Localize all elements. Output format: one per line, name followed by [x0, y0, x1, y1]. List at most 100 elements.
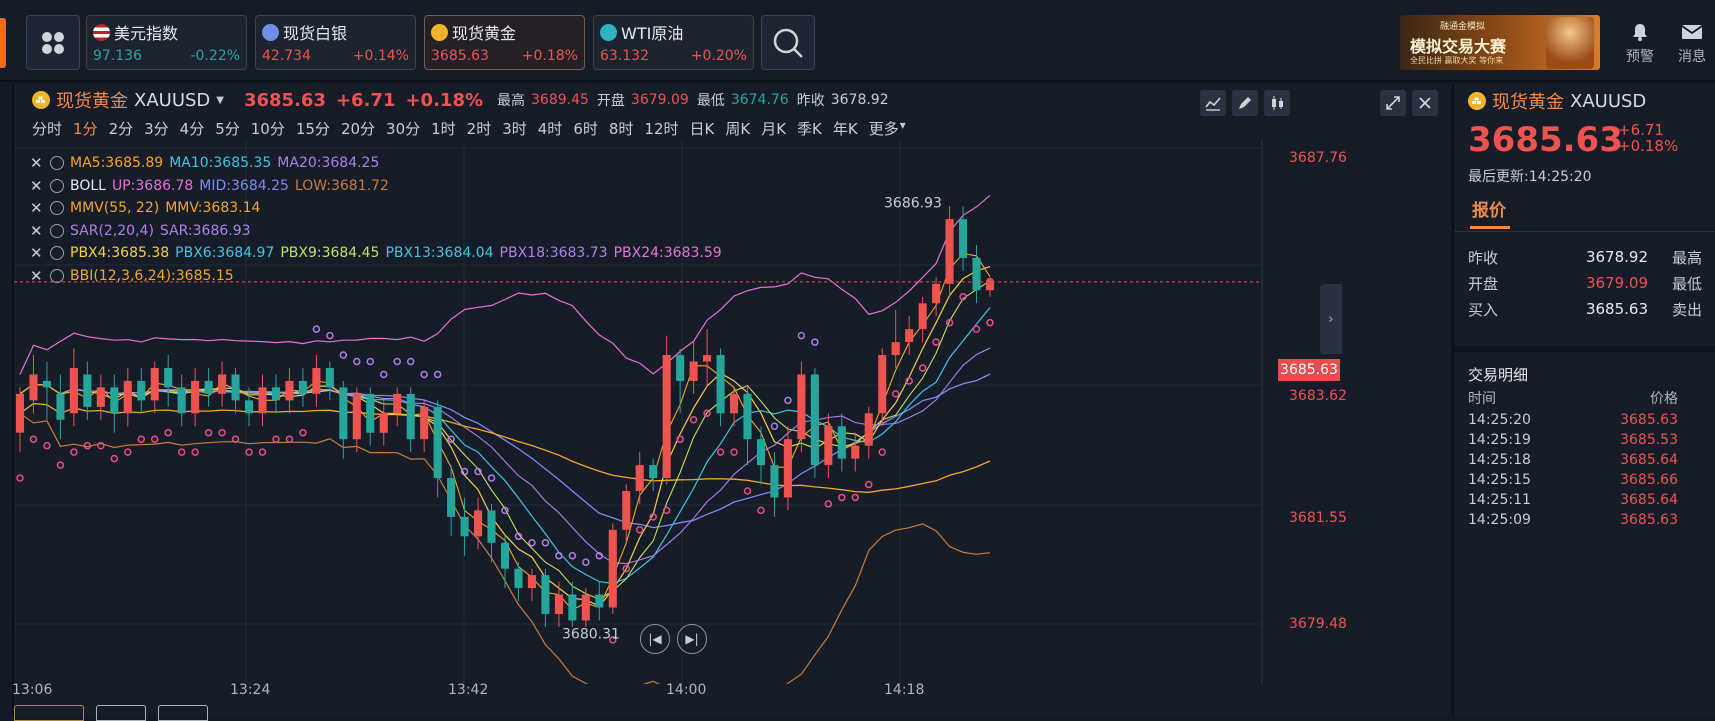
- settings-icon[interactable]: [50, 223, 64, 238]
- period-option[interactable]: 季K: [797, 118, 822, 139]
- ticker-name: 现货白银: [283, 24, 348, 43]
- period-option[interactable]: 3分: [144, 118, 169, 139]
- period-option[interactable]: 15分: [296, 118, 330, 139]
- side-tab[interactable]: [0, 18, 6, 68]
- candle-body: [864, 413, 873, 446]
- settings-icon[interactable]: [50, 246, 64, 261]
- scroll-back-button[interactable]: |◀: [640, 624, 670, 654]
- bottom-tab[interactable]: [14, 705, 84, 721]
- indicator-value: PBX18:3683.73: [499, 245, 608, 261]
- chart-tools: [1200, 90, 1290, 116]
- period-option[interactable]: 10分: [251, 118, 285, 139]
- ticker-price: 97.136: [93, 48, 142, 64]
- ticker-card[interactable]: 现货白银 42.734 +0.14%: [255, 15, 416, 70]
- candle-body: [352, 393, 361, 440]
- remove-indicator-icon[interactable]: ✕: [30, 175, 44, 198]
- collapse-panel-button[interactable]: ›: [1320, 284, 1342, 354]
- candle-style-tool[interactable]: [1264, 90, 1290, 116]
- trade-price: 3685.53: [1620, 432, 1678, 448]
- period-option[interactable]: 30分: [386, 118, 420, 139]
- ticker-card[interactable]: 美元指数 97.136 -0.22%: [86, 15, 247, 70]
- period-option[interactable]: 5分: [215, 118, 240, 139]
- trade-time: 14:25:15: [1468, 472, 1531, 488]
- draw-tool[interactable]: [1232, 90, 1258, 116]
- period-option[interactable]: 更多: [869, 118, 899, 139]
- sar-dot: [326, 331, 334, 340]
- instrument-symbol[interactable]: XAUUSD: [134, 90, 210, 111]
- bell-icon: [1633, 24, 1647, 41]
- candle-body: [703, 355, 712, 362]
- panel-change: +6.71 +0.18%: [1618, 122, 1678, 154]
- trade-price: 3685.66: [1620, 472, 1678, 488]
- remove-indicator-icon[interactable]: ✕: [30, 242, 44, 265]
- remove-indicator-icon[interactable]: ✕: [30, 152, 44, 175]
- settings-icon[interactable]: [50, 268, 64, 283]
- candle-body: [164, 367, 173, 388]
- high-label: 最高: [497, 93, 525, 109]
- bottom-tab[interactable]: [96, 705, 146, 721]
- remove-indicator-icon[interactable]: ✕: [30, 197, 44, 220]
- period-option[interactable]: 月K: [761, 118, 786, 139]
- period-option[interactable]: 20分: [341, 118, 375, 139]
- period-option[interactable]: 4分: [180, 118, 205, 139]
- period-option[interactable]: 4时: [538, 118, 563, 139]
- message-button[interactable]: 消息: [1672, 22, 1712, 66]
- period-option[interactable]: 日K: [690, 118, 715, 139]
- quote-label: 卖出: [1672, 300, 1703, 319]
- period-option[interactable]: 3时: [502, 118, 527, 139]
- contest-banner[interactable]: 融通金模拟 模拟交易大赛 全民比拼 赢取大奖 等你来: [1400, 15, 1600, 70]
- skip-back-icon: |◀: [648, 632, 662, 646]
- y-axis-label: 3681.55: [1289, 510, 1347, 526]
- settings-icon[interactable]: [50, 178, 64, 193]
- candle-body: [837, 426, 846, 459]
- period-option[interactable]: 8时: [609, 118, 634, 139]
- candle-body: [541, 575, 550, 614]
- close-chart-button[interactable]: [1412, 90, 1438, 116]
- period-option[interactable]: 分时: [32, 118, 62, 139]
- sar-dot: [757, 506, 765, 515]
- ticker-card[interactable]: 现货黄金 3685.63 +0.18%: [424, 15, 585, 70]
- candle-body: [460, 516, 469, 537]
- period-option[interactable]: 6时: [573, 118, 598, 139]
- period-option[interactable]: 1时: [431, 118, 456, 139]
- divider: [1454, 346, 1715, 352]
- candle-body: [204, 380, 213, 394]
- apps-grid-button[interactable]: [26, 15, 80, 70]
- period-option[interactable]: 周K: [725, 118, 750, 139]
- scroll-forward-button[interactable]: ▶|: [677, 624, 707, 654]
- x-axis-label: 13:42: [448, 682, 489, 698]
- fullscreen-button[interactable]: [1380, 90, 1406, 116]
- sar-dot: [380, 370, 388, 379]
- sar-dot: [204, 428, 213, 437]
- period-option[interactable]: 12时: [644, 118, 678, 139]
- remove-indicator-icon[interactable]: ✕: [30, 220, 44, 243]
- ticker-card[interactable]: WTI原油 63.132 +0.20%: [593, 15, 754, 70]
- period-option[interactable]: 2分: [109, 118, 134, 139]
- trade-row: 14:25:09 3685.63: [1468, 510, 1678, 530]
- sar-dot: [110, 454, 119, 463]
- search-button[interactable]: [761, 15, 815, 70]
- remove-indicator-icon[interactable]: ✕: [30, 265, 44, 288]
- caret-down-icon[interactable]: ▼: [216, 95, 224, 106]
- settings-icon[interactable]: [50, 201, 64, 216]
- sar-dot: [70, 448, 78, 456]
- indicator-line: ✕ MA5:3685.89 MA10:3685.35 MA20:3684.25: [30, 152, 722, 175]
- sar-dot: [918, 364, 927, 372]
- quote-value: 3678.92: [1585, 248, 1648, 266]
- settings-icon[interactable]: [50, 156, 64, 171]
- tab-quote[interactable]: 报价: [1472, 196, 1506, 221]
- indicator-value: PBX6:3684.97: [175, 245, 275, 261]
- trade-row: 14:25:11 3685.64: [1468, 490, 1678, 510]
- candle-body: [191, 380, 200, 414]
- indicator-line: ✕ SAR(2,20,4) SAR:3686.93: [30, 220, 722, 243]
- bottom-tab[interactable]: [158, 705, 208, 721]
- period-option[interactable]: 2时: [467, 118, 492, 139]
- sar-dot: [743, 487, 752, 495]
- alert-button[interactable]: 预警: [1620, 22, 1660, 66]
- candle-body: [258, 387, 267, 414]
- candle-body: [123, 380, 132, 414]
- period-option[interactable]: 1分: [73, 118, 98, 139]
- trade-row: 14:25:18 3685.64: [1468, 450, 1678, 470]
- period-option[interactable]: 年K: [833, 118, 858, 139]
- indicator-tool[interactable]: [1200, 90, 1226, 116]
